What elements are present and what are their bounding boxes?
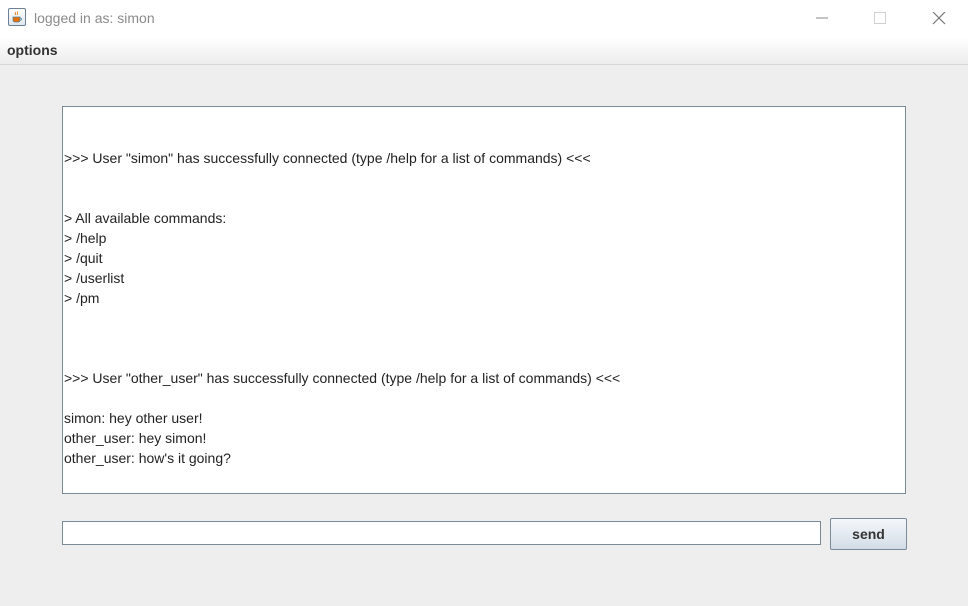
chat-line: >>> User "simon" has successfully connec… xyxy=(64,150,591,166)
chat-line: > /quit xyxy=(64,250,103,266)
chat-line: > /help xyxy=(64,230,107,246)
close-button[interactable] xyxy=(910,0,968,37)
chat-log[interactable]: >>> User "simon" has successfully connec… xyxy=(62,106,906,494)
send-button[interactable]: send xyxy=(830,518,907,550)
chat-window: logged in as: simon options >>> User "si… xyxy=(0,0,968,606)
message-input[interactable] xyxy=(62,521,821,545)
maximize-button[interactable] xyxy=(851,0,909,37)
minimize-button[interactable] xyxy=(793,0,851,37)
java-cup-icon xyxy=(8,8,26,26)
chat-line: > All available commands: xyxy=(64,210,227,226)
chat-line: > /pm xyxy=(64,290,100,306)
menu-options[interactable]: options xyxy=(7,42,58,58)
minimize-icon xyxy=(816,17,828,19)
chat-line: >>> User "other_user" has successfully c… xyxy=(64,370,621,386)
menu-bar: options xyxy=(0,37,968,65)
chat-line: simon: hey other user! xyxy=(64,410,203,426)
chat-line: other_user: hey simon! xyxy=(64,430,207,446)
maximize-icon xyxy=(874,12,886,24)
close-icon xyxy=(932,12,946,25)
chat-line: > /userlist xyxy=(64,270,125,286)
title-bar[interactable]: logged in as: simon xyxy=(0,0,968,37)
window-title: logged in as: simon xyxy=(34,10,155,26)
chat-line: other_user: how's it going? xyxy=(64,450,231,466)
